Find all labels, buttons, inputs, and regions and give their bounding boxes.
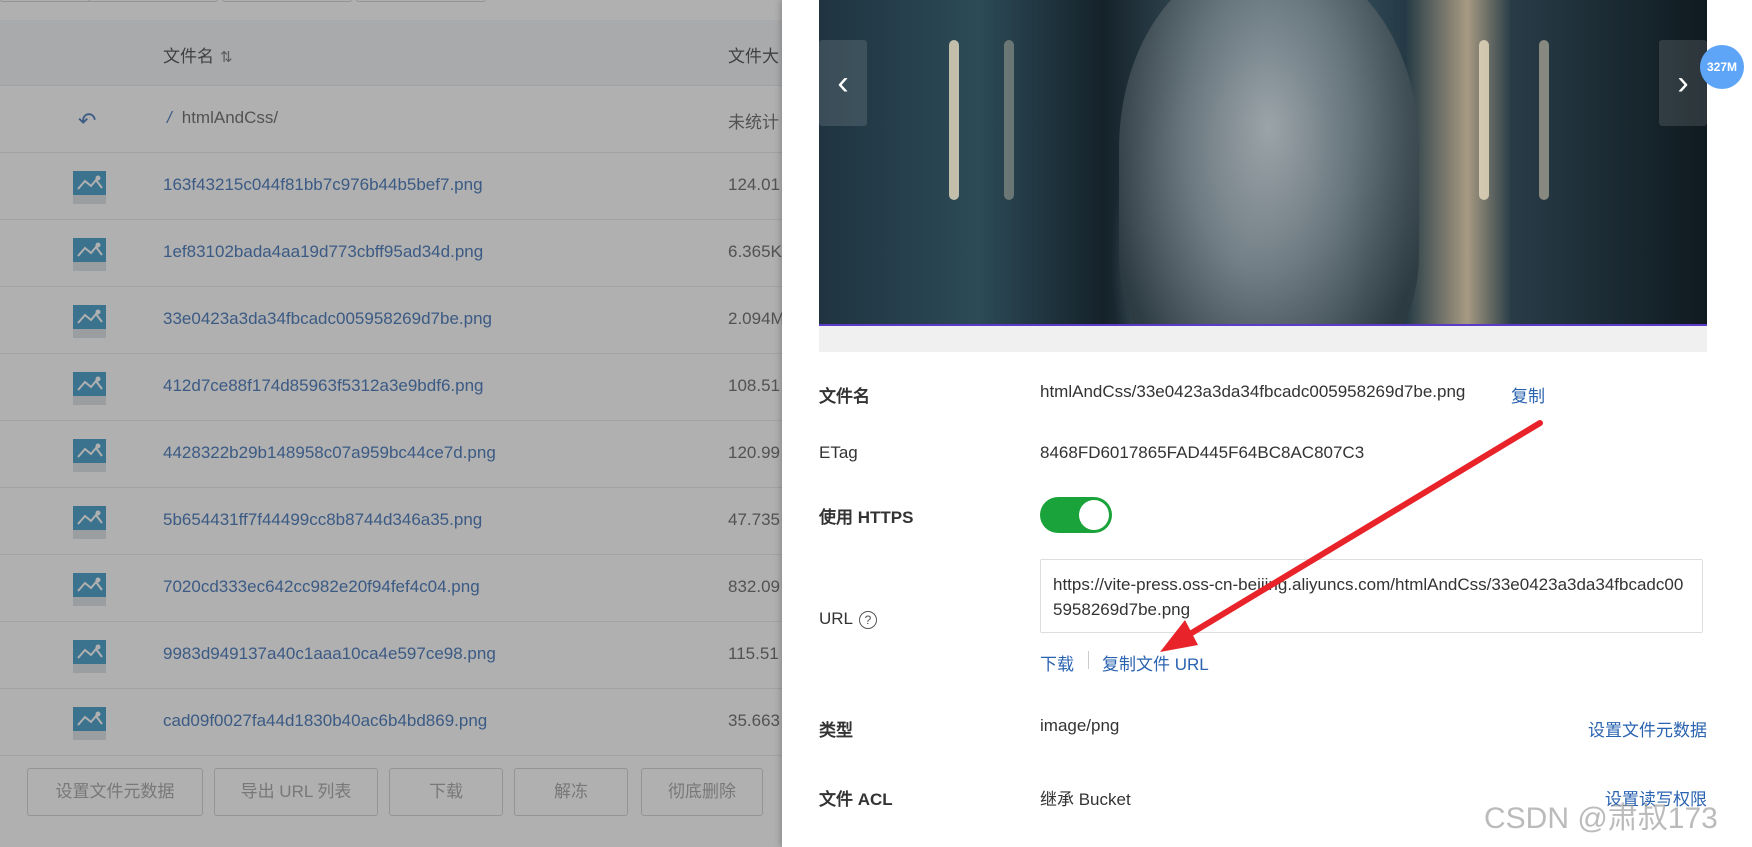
image-file-icon — [73, 238, 106, 271]
preview-subject — [1119, 0, 1419, 326]
https-toggle[interactable] — [1040, 497, 1112, 533]
image-file-icon — [73, 506, 106, 539]
preview-footer — [819, 326, 1707, 352]
table-row[interactable]: 5b654431ff7f44499cc8b8744d346a35.png 47.7… — [0, 488, 782, 555]
set-metadata-button[interactable]: 设置文件元数据 — [27, 768, 203, 816]
image-file-icon — [73, 372, 106, 405]
image-file-icon — [73, 707, 106, 740]
url-label-text: URL — [819, 609, 854, 628]
copy-filename-link[interactable]: 复制 — [1511, 382, 1545, 407]
https-label: 使用 HTTPS — [819, 508, 914, 527]
download-link[interactable]: 下载 — [1040, 650, 1074, 675]
filename-label: 文件名 — [819, 387, 870, 406]
file-size: 115.51 — [728, 644, 779, 663]
folder-size: 未统计 — [728, 113, 779, 132]
table-row[interactable]: 7020cd333ec642cc982e20f94fef4c04.png 832.… — [0, 555, 782, 622]
image-file-icon — [73, 573, 106, 606]
file-name-link[interactable]: 163f43215c044f81bb7c976b44b5bef7.png — [163, 175, 483, 195]
file-size: 124.01 — [728, 175, 780, 194]
watermark: CSDN @肃叔173 — [1484, 802, 1718, 835]
file-size: 47.735 — [728, 510, 780, 529]
toolbar-button[interactable] — [88, 0, 218, 2]
permanent-delete-button[interactable]: 彻底删除 — [641, 768, 763, 816]
toolbar-button[interactable] — [222, 0, 352, 2]
chevron-left-icon: ‹ — [837, 64, 849, 102]
file-size: 2.094M — [728, 309, 782, 328]
file-name-link[interactable]: 33e0423a3da34fbcadc005958269d7be.png — [163, 309, 492, 329]
image-file-icon — [73, 171, 106, 204]
column-header-name-label: 文件名 — [163, 47, 214, 66]
link-divider — [1088, 651, 1089, 669]
image-preview — [819, 0, 1707, 326]
list-header: 文件名 ⇅ 文件大 — [0, 20, 782, 86]
file-size: 108.51 — [728, 376, 780, 395]
url-label: URL? — [819, 609, 878, 629]
breadcrumb-path[interactable]: htmlAndCss/ — [182, 108, 278, 127]
help-icon[interactable]: ? — [859, 610, 878, 629]
toolbar-button[interactable] — [356, 0, 486, 2]
image-file-icon — [73, 640, 106, 673]
etag-value: 8468FD6017865FAD445F64BC8AC807C3 — [1040, 443, 1365, 462]
file-name-link[interactable]: 9983d949137a40c1aaa10ca4e597ce98.png — [163, 644, 496, 664]
filename-value: htmlAndCss/33e0423a3da34fbcadc005958269d… — [1040, 382, 1466, 401]
copy-file-url-link[interactable]: 复制文件 URL — [1102, 650, 1209, 675]
image-file-icon — [73, 305, 106, 338]
table-row[interactable]: 4428322b29b148958c07a959bc44ce7d.png 120.… — [0, 421, 782, 488]
table-row[interactable]: 9983d949137a40c1aaa10ca4e597ce98.png 115.… — [0, 622, 782, 689]
next-image-button[interactable]: › — [1659, 40, 1707, 126]
back-icon[interactable]: ↶ — [78, 108, 96, 134]
download-button[interactable]: 下载 — [389, 768, 503, 816]
file-name-link[interactable]: cad09f0027fa44d1830b40ac6b4bd869.png — [163, 711, 487, 731]
type-value: image/png — [1040, 716, 1120, 735]
root-slash-icon[interactable]: / — [167, 108, 172, 127]
sort-icon[interactable]: ⇅ — [220, 48, 233, 66]
file-name-link[interactable]: 4428322b29b148958c07a959bc44ce7d.png — [163, 443, 496, 463]
table-row[interactable]: 163f43215c044f81bb7c976b44b5bef7.png 124.… — [0, 153, 782, 220]
path-row: ↶ / htmlAndCss/ 未统计 — [0, 86, 782, 153]
set-file-metadata-link[interactable]: 设置文件元数据 — [1588, 716, 1707, 741]
batch-actions-bar: 设置文件元数据 导出 URL 列表 下载 解冻 彻底删除 — [0, 755, 782, 847]
export-url-list-button[interactable]: 导出 URL 列表 — [214, 768, 378, 816]
acl-value: 继承 Bucket — [1040, 790, 1131, 809]
file-name-link[interactable]: 7020cd333ec642cc982e20f94fef4c04.png — [163, 577, 480, 597]
etag-label: ETag — [819, 443, 858, 462]
image-file-icon — [73, 439, 106, 472]
file-size: 120.99 — [728, 443, 780, 462]
file-name-link[interactable]: 5b654431ff7f44499cc8b8744d346a35.png — [163, 510, 482, 530]
file-detail-drawer: ‹ › 327M 文件名 htmlAndCss/33e0423a3da34fbc… — [782, 0, 1752, 847]
column-header-size[interactable]: 文件大 — [728, 42, 779, 67]
preview-detail — [1004, 40, 1014, 200]
table-row[interactable]: 412d7ce88f174d85963f5312a3e9bdf6.png 108.… — [0, 354, 782, 421]
prev-image-button[interactable]: ‹ — [819, 40, 867, 126]
file-size: 6.365K — [728, 242, 782, 261]
memory-badge[interactable]: 327M — [1700, 45, 1744, 89]
table-row[interactable]: 1ef83102bada4aa19d773cbff95ad34d.png 6.36… — [0, 220, 782, 287]
type-label: 类型 — [819, 721, 853, 740]
chevron-right-icon: › — [1677, 64, 1689, 102]
file-size: 832.09 — [728, 577, 780, 596]
table-row[interactable]: 33e0423a3da34fbcadc005958269d7be.png 2.09… — [0, 287, 782, 354]
file-name-link[interactable]: 1ef83102bada4aa19d773cbff95ad34d.png — [163, 242, 483, 262]
file-name-link[interactable]: 412d7ce88f174d85963f5312a3e9bdf6.png — [163, 376, 484, 396]
toggle-knob — [1079, 500, 1109, 530]
table-row[interactable]: cad09f0027fa44d1830b40ac6b4bd869.png 35.6… — [0, 689, 782, 756]
breadcrumb: / htmlAndCss/ — [167, 108, 278, 128]
acl-label: 文件 ACL — [819, 790, 893, 809]
file-size: 35.663 — [728, 711, 780, 730]
unfreeze-button[interactable]: 解冻 — [514, 768, 628, 816]
column-header-name[interactable]: 文件名 ⇅ — [163, 42, 233, 67]
url-field[interactable]: https://vite-press.oss-cn-beijing.aliyun… — [1040, 559, 1703, 633]
file-list-panel: 文件名 ⇅ 文件大 ↶ / htmlAndCss/ 未统计 163f43215c04… — [0, 0, 782, 847]
preview-detail — [1479, 40, 1489, 200]
preview-detail — [949, 40, 959, 200]
preview-detail — [1539, 40, 1549, 200]
